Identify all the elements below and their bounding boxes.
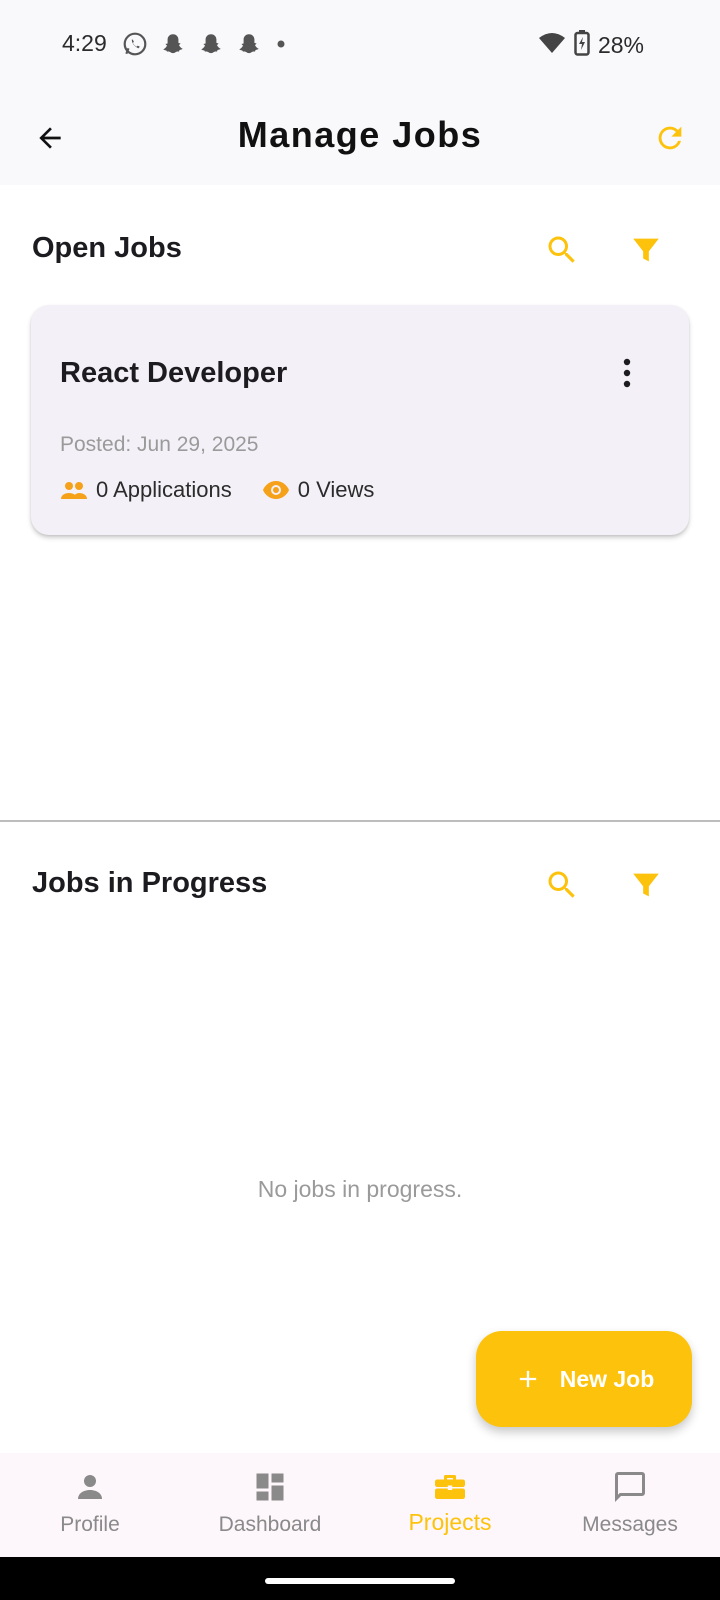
whatsapp-icon: [122, 31, 148, 62]
nav-item-profile[interactable]: Profile: [0, 1453, 180, 1557]
views-count: 0 Views: [297, 477, 375, 502]
in-progress-header: Jobs in Progress: [0, 853, 720, 913]
search-icon: [548, 236, 575, 263]
dashboard-icon: [256, 1473, 284, 1501]
briefcase-icon: [435, 1475, 465, 1499]
nav-label-dashboard: Dashboard: [218, 1513, 322, 1536]
views-stat: 0 Views: [262, 477, 375, 503]
job-posted-date: Posted: Jun 29, 2025: [60, 433, 259, 456]
snapchat-icon: [198, 31, 224, 62]
job-more-options-button[interactable]: [615, 353, 639, 393]
status-time: 4:29: [62, 30, 107, 56]
home-gesture-handle[interactable]: [265, 1578, 455, 1584]
refresh-button[interactable]: [650, 118, 690, 158]
bottom-navigation: Profile Dashboard Projects Messages: [0, 1453, 720, 1557]
battery-charging-icon: [574, 30, 590, 61]
open-jobs-search-button[interactable]: [540, 228, 584, 272]
system-status-icons: 28%: [538, 30, 644, 61]
job-card[interactable]: React Developer Posted: Jun 29, 2025 0 A…: [31, 305, 689, 535]
open-jobs-filter-button[interactable]: [624, 228, 668, 272]
new-job-label: New Job: [559, 1365, 655, 1392]
new-job-button[interactable]: New Job: [476, 1331, 692, 1427]
section-divider: [0, 820, 720, 822]
applications-stat: 0 Applications: [60, 477, 232, 503]
in-progress-filter-button[interactable]: [624, 863, 668, 907]
battery-percent: 28%: [597, 32, 644, 58]
wifi-icon: [538, 31, 566, 60]
empty-state-text: No jobs in progress.: [257, 1176, 463, 1202]
more-vert-icon: [623, 358, 631, 388]
nav-label-profile: Profile: [60, 1513, 120, 1536]
people-icon: [61, 482, 87, 499]
notification-icons: [122, 31, 288, 62]
open-jobs-title: Open Jobs: [32, 232, 182, 264]
nav-label-messages: Messages: [582, 1513, 678, 1536]
refresh-icon: [658, 126, 682, 150]
status-bar: 4:29 28%: [0, 0, 720, 90]
nav-label-projects: Projects: [408, 1509, 492, 1535]
eye-icon: [262, 481, 289, 499]
in-progress-search-button[interactable]: [540, 863, 584, 907]
more-notifications-dot-icon: [274, 37, 288, 56]
filter-icon: [633, 873, 659, 897]
in-progress-title: Jobs in Progress: [32, 867, 268, 899]
app-bar: Manage Jobs: [0, 90, 720, 185]
nav-item-dashboard[interactable]: Dashboard: [180, 1453, 360, 1557]
nav-item-messages[interactable]: Messages: [540, 1453, 720, 1557]
nav-item-projects[interactable]: Projects: [360, 1453, 540, 1557]
page-title: Manage Jobs: [237, 114, 483, 155]
filter-icon: [633, 238, 659, 262]
applications-count: 0 Applications: [96, 477, 232, 502]
job-title: React Developer: [60, 357, 288, 389]
search-icon: [548, 871, 575, 898]
job-stats: 0 Applications 0 Views: [60, 477, 404, 503]
snapchat-icon: [236, 31, 262, 62]
open-jobs-header: Open Jobs: [0, 218, 720, 278]
add-icon: [519, 1370, 536, 1388]
snapchat-icon: [160, 31, 186, 62]
person-icon: [78, 1475, 102, 1499]
message-icon: [615, 1472, 645, 1502]
